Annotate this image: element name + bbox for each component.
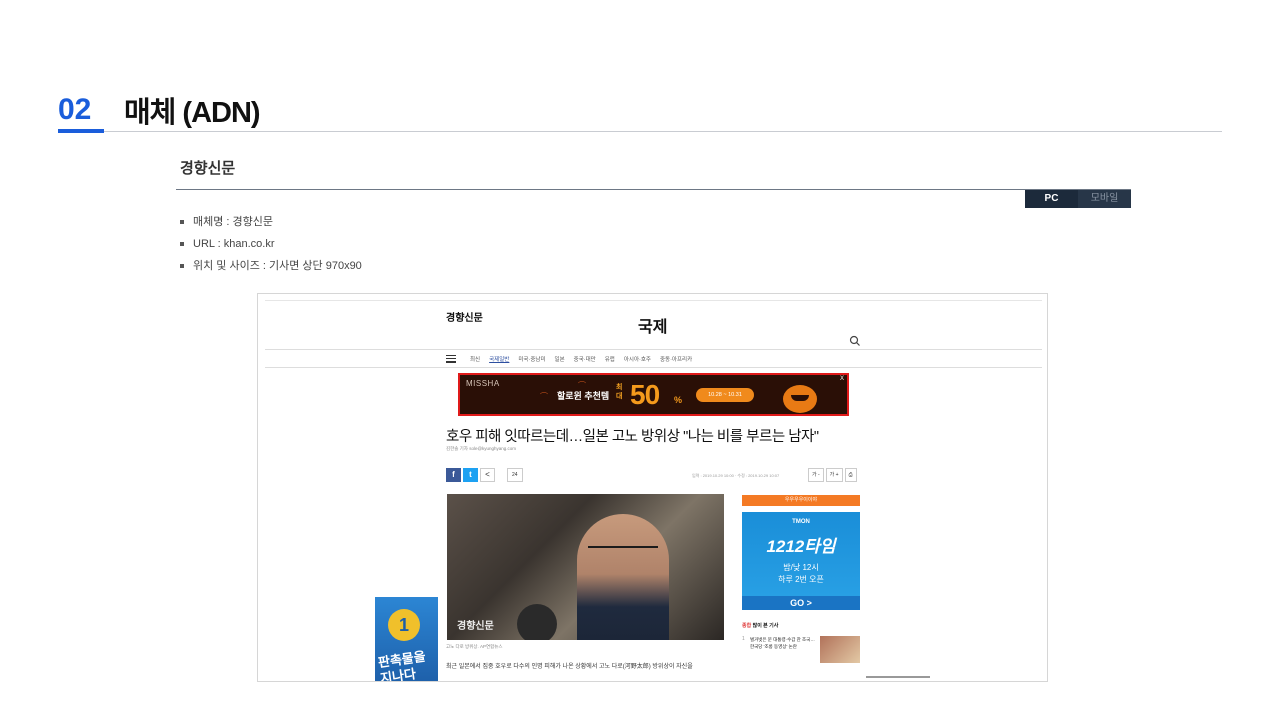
article-headline: 호우 피해 잇따르는데…일본 고노 방위상 "나는 비를 부르는 남자" [446,429,819,445]
facebook-icon: f [446,468,461,482]
slide-header: 02 매체 (ADN) [58,88,261,132]
sidebar-banner: 우우우우이이야 [742,495,860,506]
left-ad-text: 판촉물을 지나다 [377,648,427,682]
menu-icon [446,354,456,363]
info-text: 매체명 : 경향신문 [193,216,274,228]
bottom-divider [866,676,930,678]
photo-microphone [517,604,557,640]
popular-accent: 종합 [742,623,752,629]
nav-item: 미국·중남미 [518,356,546,363]
bat-icon: ⌒ [540,392,548,401]
article-dates: 입력 : 2019.10.29 10:00 · 수정 : 2019.10.29 … [692,473,780,478]
popular-label: 많이 본 기사 [751,623,779,629]
tab-mobile[interactable]: 모바일 [1078,190,1131,208]
header-divider [58,131,1222,132]
comment-count: 24 [507,468,523,482]
sidebar-ad-go: GO > [742,596,860,610]
ad-percent: % [674,395,683,405]
medal-icon: 1 [388,609,420,641]
ad-close-icon: X [839,376,844,382]
popular-item-number: 1 [742,636,745,642]
popular-heading: 종합 많이 본 기사 [742,622,860,629]
sidebar-ad-subtitle: 밤/낮 12시 [783,563,819,572]
section-number-underline [58,129,104,133]
article-byline: 김한솔 기자 sole@kyunghyang.com [446,446,517,451]
info-text: URL : khan.co.kr [193,238,275,250]
nav-item: 최신 [470,356,481,363]
article-sidebar: 우우우우이이야 TMON 1212타임 밤/낮 12시 하루 2번 오픈 GO … [742,495,860,663]
font-increase-button: 가 + [825,468,843,482]
share-bar: f t < 24 [446,468,523,482]
info-text: 위치 및 사이즈 : 기사면 상단 970x90 [193,260,362,272]
info-item-name: 매체명 : 경향신문 [180,211,362,233]
ad-badge: 최대 [616,384,623,400]
tab-pc[interactable]: PC [1025,190,1078,208]
popular-item: 1 벌거벗은 문 대통령·수갑 찬 조국…한국당 '조롱 동영상' 논란 [742,636,860,663]
article-body: 최근 일본에서 집중 호우로 다수의 인명 피해가 나온 상황에서 고노 다로(… [446,664,693,670]
section-number: 02 [58,93,92,126]
media-name: 경향신문 [180,160,236,177]
device-tabs: PC 모바일 [1025,190,1131,208]
popular-item-title: 벌거벗은 문 대통령·수갑 찬 조국…한국당 '조롱 동영상' 논란 [750,637,815,649]
media-divider [176,189,1131,190]
site-logo: 경향신문 [446,313,483,324]
nav-divider-top [265,349,1042,350]
top-banner-ad: MISSHA ⌒ ⌒ 할로윈 추천템 최대 50 % 10.28 ~ 10.31… [458,373,849,416]
nav-item: 중국·대만 [573,356,596,363]
ad-text: 할로윈 추천템 [557,391,610,401]
print-icon: ⎙ [844,468,857,482]
media-info-list: 매체명 : 경향신문 URL : khan.co.kr 위치 및 사이즈 : 기… [180,211,362,277]
section-title: 매체 (ADN) [124,97,261,129]
nav-item-active: 국제일반 [489,356,510,363]
left-side-ad: 1 판촉물을 지나다 [375,597,438,682]
nav-divider-bottom [265,367,1042,368]
screenshot-top-line [265,300,1042,301]
photo-watermark: 경향신문 [457,621,494,632]
info-item-url: URL : khan.co.kr [180,233,362,255]
sidebar-ad-brand: TMON [792,519,810,525]
ad-brand: MISSHA [466,379,500,388]
photo-person [577,514,669,640]
bullet-icon [180,242,184,246]
nav-item: 중동·아프리카 [659,356,693,363]
sidebar-ad-subtitle: 하루 2번 오픈 [778,575,824,584]
sidebar-ad-title: 1212타임 [766,537,836,556]
share-icon: < [480,468,495,482]
sidebar-ad: TMON 1212타임 밤/낮 12시 하루 2번 오픈 GO > [742,512,860,610]
ad-discount: 50 [630,379,660,410]
info-item-position: 위치 및 사이즈 : 기사면 상단 970x90 [180,255,362,277]
ad-dates: 10.28 ~ 10.31 [696,388,754,402]
popular-item-thumbnail [820,636,860,663]
bullet-icon [180,220,184,224]
twitter-icon: t [463,468,478,482]
nav-item: 유럽 [604,356,615,363]
article-photo: 경향신문 [447,494,724,640]
section-nav: 최신 국제일반 미국·중남미 일본 중국·대만 유럽 아시아·호주 중동·아프리… [446,351,701,366]
article-tools: 가 - 가 + ⎙ [806,468,857,482]
bullet-icon [180,264,184,268]
font-decrease-button: 가 - [808,468,824,482]
photo-glasses [588,546,658,554]
section-heading: 국제 [638,319,668,336]
article-screenshot: 경향신문 국제 최신 국제일반 미국·중남미 일본 중국·대만 유럽 아시아·호… [257,293,1048,682]
nav-item: 일본 [554,356,565,363]
nav-item: 아시아·호주 [623,356,651,363]
photo-caption: 고노 다로 방위상. AP연합뉴스 [446,644,503,649]
pumpkin-icon [783,385,817,413]
search-icon [849,335,860,346]
